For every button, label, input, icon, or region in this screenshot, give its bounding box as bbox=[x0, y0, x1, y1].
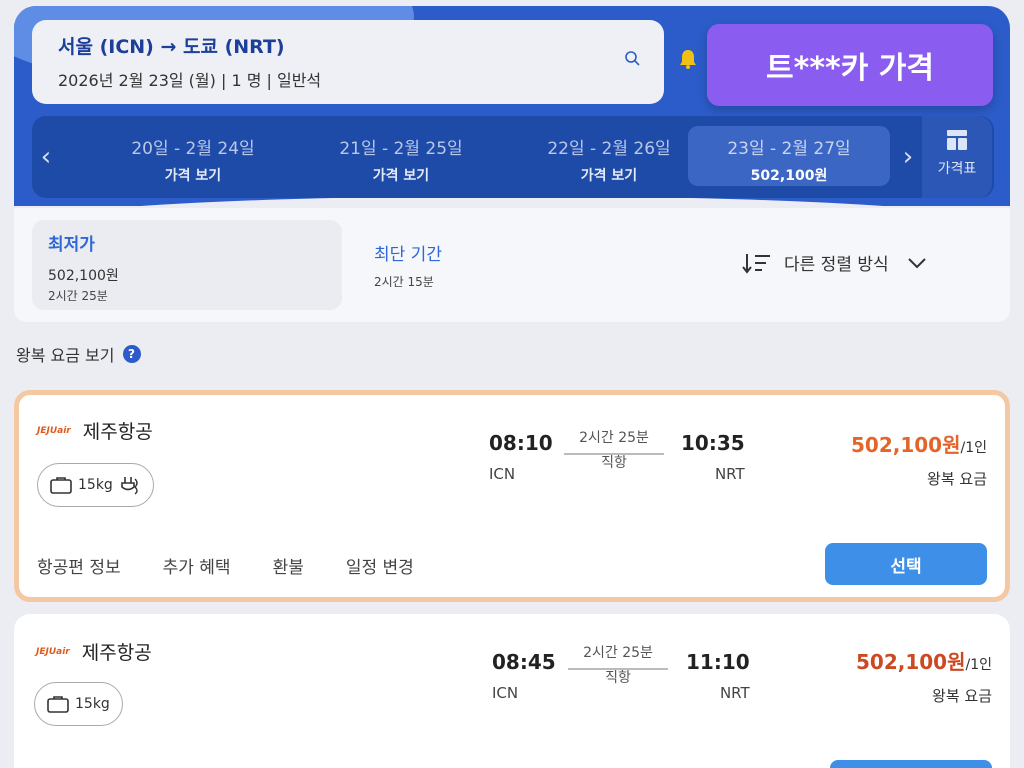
airline-name: 제주항공 bbox=[82, 421, 153, 443]
suitcase-icon bbox=[50, 477, 72, 494]
baggage-weight: 15kg bbox=[78, 477, 113, 493]
sort-cheapest-title: 최저가 bbox=[48, 235, 95, 255]
departure-airport: ICN bbox=[492, 684, 519, 702]
date-tab-price: 가격 보기 bbox=[372, 168, 430, 184]
departure: 08:10 ICN bbox=[489, 431, 553, 483]
airline-name: 제주항공 bbox=[81, 642, 152, 664]
chevron-down-icon bbox=[907, 257, 926, 268]
arrival-time: 10:35 bbox=[681, 431, 745, 455]
flight-links: 항공편 정보 추가 혜택 환불 일정 변경 bbox=[37, 553, 414, 578]
date-tab-dates: 20일 - 2월 24일 bbox=[131, 139, 255, 159]
price-table-label: 가격표 bbox=[937, 161, 977, 177]
sort-cheapest[interactable]: 최저가 502,100원 2시간 25분 bbox=[32, 220, 342, 310]
search-summary[interactable]: 서울 (ICN) → 도쿄 (NRT) 2026년 2월 23일 (월) | 1… bbox=[32, 20, 664, 104]
flight-duration: 2시간 25분 직항 bbox=[564, 427, 664, 472]
fare: 502,100원/1인 왕복 요금 bbox=[856, 646, 992, 706]
fare-type: 왕복 요금 bbox=[927, 470, 987, 488]
search-icon[interactable] bbox=[624, 50, 640, 66]
flight-card[interactable]: JEJUair 제주항공 15kg 08:45 ICN 2시간 25분 직항 1… bbox=[14, 614, 1010, 768]
date-tab[interactable]: 20일 - 2월 24일 가격 보기 bbox=[92, 126, 294, 186]
baggage-weight: 15kg bbox=[75, 696, 110, 712]
date-tab[interactable]: 21일 - 2월 25일 가격 보기 bbox=[300, 126, 502, 186]
chevron-right-icon[interactable]: › bbox=[896, 142, 920, 172]
select-button[interactable]: 선택 bbox=[825, 543, 987, 585]
sort-cheapest-price: 502,100원 bbox=[48, 268, 119, 284]
grid-icon bbox=[947, 130, 967, 150]
bell-icon[interactable] bbox=[677, 48, 699, 70]
departure-airport: ICN bbox=[489, 465, 516, 483]
arrival-airport: NRT bbox=[719, 684, 750, 702]
fare-amount: 502,100원 bbox=[850, 433, 961, 457]
route-line bbox=[568, 668, 668, 670]
sort-shortest-title: 최단 기간 bbox=[374, 245, 442, 265]
date-tab-price: 502,100원 bbox=[750, 168, 828, 184]
arrival-airport: NRT bbox=[714, 465, 745, 483]
fare-unit: /1인 bbox=[960, 440, 987, 456]
sort-shortest[interactable]: 최단 기간 2시간 15분 bbox=[374, 240, 442, 290]
price-table-button[interactable]: 가격표 bbox=[922, 116, 992, 198]
roundtrip-fare-text: 왕복 요금 보기 bbox=[16, 346, 115, 365]
price-banner: 트***카 가격 bbox=[707, 24, 993, 106]
power-outlet-icon bbox=[121, 477, 138, 495]
route-line bbox=[564, 453, 664, 455]
sort-icon bbox=[742, 253, 770, 274]
date-tab-price: 가격 보기 bbox=[164, 168, 222, 184]
fare-unit: /1인 bbox=[965, 657, 992, 673]
sort-other-label: 다른 정렬 방식 bbox=[784, 255, 889, 275]
airline-info: JEJUair 제주항공 bbox=[37, 417, 153, 444]
arrival-time: 11:10 bbox=[686, 650, 750, 674]
date-selector: ‹ 20일 - 2월 24일 가격 보기 21일 - 2월 25일 가격 보기 … bbox=[32, 116, 994, 198]
refund-link[interactable]: 환불 bbox=[273, 553, 304, 578]
date-tab-price: 가격 보기 bbox=[580, 168, 638, 184]
arrival: 10:35 NRT bbox=[681, 431, 745, 483]
flight-duration: 2시간 25분 직항 bbox=[568, 642, 668, 687]
fare-type: 왕복 요금 bbox=[932, 687, 992, 705]
stops-text: 직항 bbox=[597, 452, 631, 472]
date-tab-selected[interactable]: 23일 - 2월 27일 502,100원 bbox=[688, 126, 890, 186]
extra-benefits-link[interactable]: 추가 혜택 bbox=[163, 553, 231, 578]
stops-text: 직항 bbox=[601, 667, 635, 687]
help-icon[interactable]: ? bbox=[122, 345, 141, 363]
departure-time: 08:45 bbox=[492, 650, 556, 674]
airline-logo: JEJUair bbox=[37, 425, 71, 436]
fare-amount: 502,100원 bbox=[855, 650, 966, 674]
sort-panel: 최저가 502,100원 2시간 25분 최단 기간 2시간 15분 다른 정렬… bbox=[14, 208, 1010, 322]
chevron-left-icon[interactable]: ‹ bbox=[34, 142, 58, 172]
airline-logo: JEJUair bbox=[36, 646, 70, 657]
baggage-badge: 15kg bbox=[37, 463, 154, 507]
baggage-badge: 15kg bbox=[34, 682, 123, 726]
duration-text: 2시간 25분 bbox=[583, 645, 653, 661]
select-button[interactable] bbox=[830, 760, 992, 768]
fare-price: 502,100원/1인 bbox=[851, 429, 987, 458]
sort-shortest-duration: 2시간 15분 bbox=[374, 275, 434, 289]
departure-time: 08:10 bbox=[489, 431, 553, 455]
route-title: 서울 (ICN) → 도쿄 (NRT) bbox=[58, 36, 285, 58]
date-tab-dates: 23일 - 2월 27일 bbox=[727, 139, 851, 159]
date-tab-dates: 22일 - 2월 26일 bbox=[547, 139, 671, 159]
arrival: 11:10 NRT bbox=[686, 650, 750, 702]
fare-price: 502,100원/1인 bbox=[856, 646, 992, 675]
trip-details: 2026년 2월 23일 (월) | 1 명 | 일반석 bbox=[58, 71, 322, 90]
date-tab[interactable]: 22일 - 2월 26일 가격 보기 bbox=[508, 126, 710, 186]
flight-card[interactable]: JEJUair 제주항공 15kg 08:10 ICN 2시간 25분 직항 1… bbox=[14, 390, 1010, 602]
flight-info-link[interactable]: 항공편 정보 bbox=[37, 553, 121, 578]
airline-info: JEJUair 제주항공 bbox=[36, 638, 152, 665]
duration-text: 2시간 25분 bbox=[579, 430, 649, 446]
suitcase-icon bbox=[47, 696, 69, 713]
date-tab-dates: 21일 - 2월 25일 bbox=[339, 139, 463, 159]
departure: 08:45 ICN bbox=[492, 650, 556, 702]
change-schedule-link[interactable]: 일정 변경 bbox=[346, 553, 414, 578]
sort-cheapest-duration: 2시간 25분 bbox=[48, 289, 108, 303]
sort-other-dropdown[interactable]: 다른 정렬 방식 bbox=[742, 250, 927, 275]
fare: 502,100원/1인 왕복 요금 bbox=[851, 429, 987, 489]
roundtrip-fare-label: 왕복 요금 보기 ? bbox=[16, 342, 141, 366]
